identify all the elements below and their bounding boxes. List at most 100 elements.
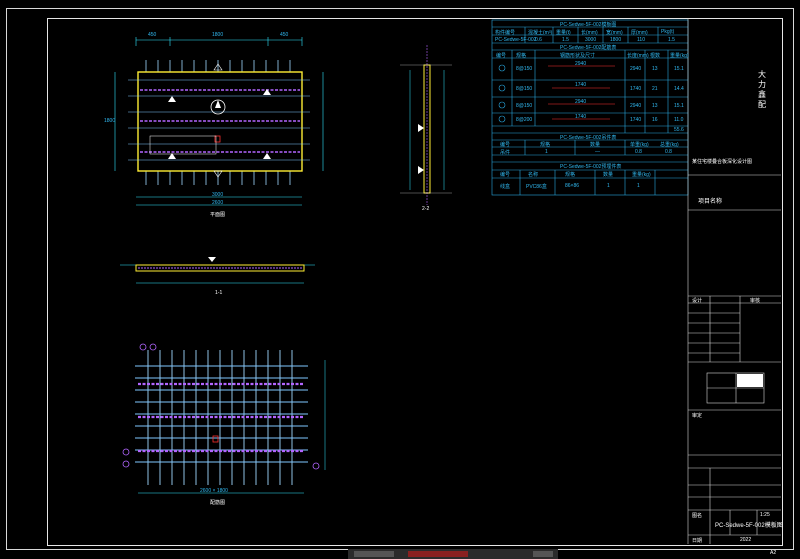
t2-total: 55.6	[674, 127, 684, 133]
t2-cell: 1740	[630, 86, 642, 92]
t3-cell: 吊件	[500, 150, 511, 156]
t4-header: 规格	[565, 172, 576, 178]
t2-cell: 8@200	[516, 117, 533, 123]
drawing-name: PC-Sedwe-5F-002模板图	[715, 523, 783, 529]
company-name: 大 力 鑫 配	[758, 70, 766, 110]
table1-title: PC-Sedwe-5F-002模板图	[560, 22, 617, 28]
t2-header: 钢筋形状及尺寸	[560, 53, 596, 59]
t1-header: 长(mm)	[581, 30, 598, 36]
t1-header: Pkg(t)	[661, 29, 675, 35]
rebar-plan-view	[122, 343, 326, 494]
t1-cell: 1800	[610, 37, 622, 43]
plan-title: 平面图	[210, 212, 226, 218]
t2-cell: 21	[652, 86, 658, 92]
cad-drawing-canvas[interactable]	[0, 0, 800, 559]
dim-top-left: 450	[148, 32, 157, 38]
check-label: 审核	[750, 298, 761, 304]
t2-cell: 15.1	[674, 103, 684, 109]
t1-header: 厚(mm)	[631, 30, 648, 36]
t1-header: 宽(mm)	[606, 30, 623, 36]
t2-cell: 8@150	[516, 86, 533, 92]
t3-cell: —	[595, 149, 600, 155]
t3-header: 规格	[540, 142, 551, 148]
t4-cell: PVC86盒	[526, 184, 547, 190]
t3-header: 编号	[500, 142, 511, 148]
t2-cell: 14.4	[674, 86, 684, 92]
t3-cell: 1	[545, 149, 548, 155]
approve-label: 审定	[692, 413, 703, 419]
t2-cell: 2940	[575, 61, 587, 67]
page-number: A2	[770, 550, 777, 556]
t1-cell: 110	[637, 37, 645, 43]
t4-header: 名称	[528, 172, 539, 178]
t4-header: 数量	[603, 172, 614, 178]
company-char: 大	[758, 70, 766, 79]
scale: 1:25	[760, 512, 770, 518]
t1-cell: 1.5	[562, 37, 569, 43]
table3-title: PC-Sedwe-5F-002吊件表	[560, 135, 617, 141]
t2-cell: 8@150	[516, 66, 533, 72]
t2-cell: 2940	[630, 66, 642, 72]
t3-cell: 0.8	[635, 149, 642, 155]
section-2-2-view	[400, 45, 452, 205]
company-char: 配	[758, 100, 766, 109]
table2-title: PC-Sedwe-5F-002配筋表	[560, 45, 617, 51]
date-label: 日期	[692, 538, 703, 544]
t2-header: 长度(mm)	[627, 53, 649, 59]
t4-header: 编号	[500, 172, 511, 178]
t4-cell: 86×86	[565, 183, 580, 189]
date: 2022	[740, 537, 752, 543]
t2-cell: 1740	[630, 117, 642, 123]
dim-overall-w: 3000	[212, 192, 224, 198]
t3-header: 数量	[590, 142, 601, 148]
tab-layout[interactable]	[408, 551, 468, 557]
dim-inner-w: 2600	[212, 200, 224, 206]
t1-header: 重量(t)	[556, 30, 571, 36]
t1-header: 构件编号	[495, 30, 516, 36]
design-label: 设计	[692, 298, 703, 304]
project-note: 某住宅楼叠合板深化设计图	[692, 159, 753, 165]
t2-cell: 2940	[630, 103, 642, 109]
t2-cell: 13	[652, 103, 658, 109]
dim-top-mid: 1800	[212, 32, 224, 38]
section-1-label: 1-1	[215, 290, 223, 296]
t2-cell: 16	[652, 117, 658, 123]
table4-title: PC-Sedwe-5F-002预埋件表	[560, 164, 622, 170]
dim-top-right: 450	[280, 32, 289, 38]
t2-header: 规格	[516, 53, 527, 59]
t1-cell: 3000	[585, 37, 597, 43]
t3-cell: 0.8	[665, 149, 672, 155]
zoom-control[interactable]	[533, 551, 553, 557]
plan-view	[114, 37, 324, 206]
t2-cell: 2940	[575, 99, 587, 105]
t2-cell: 11.0	[674, 117, 684, 123]
t3-header: 单重(kg)	[630, 142, 649, 148]
rebar-title: 配筋图	[210, 500, 226, 506]
t3-header: 总重(kg)	[660, 142, 679, 148]
t4-header: 重量(kg)	[632, 172, 651, 178]
section-2-label: 2-2	[422, 206, 430, 212]
t2-cell: 13	[652, 66, 658, 72]
t2-header: 编号	[496, 53, 507, 59]
t2-cell: 8@150	[516, 103, 533, 109]
company-char: 鑫	[758, 90, 766, 99]
t1-cell: 1.5	[668, 37, 675, 43]
t4-cell: 1	[607, 183, 610, 189]
t2-cell: 1740	[575, 82, 587, 88]
tile-highlight	[737, 374, 763, 387]
t1-header: 混凝土(m³)	[528, 30, 553, 36]
t2-cell: 1740	[575, 114, 587, 120]
project-label: 项目名称	[698, 199, 723, 205]
drawing-no-label: 图名	[692, 513, 703, 519]
t2-header: 根数	[650, 53, 661, 59]
t4-cell: 1	[637, 183, 640, 189]
tab-model[interactable]	[354, 551, 394, 557]
rebar-dim: 2600 × 1800	[200, 488, 228, 494]
t1-cell: 0.6	[535, 37, 542, 43]
t1-cell: PC-Sedwe-5F-002	[495, 37, 537, 43]
status-bar[interactable]	[348, 549, 558, 559]
section-1-1-view	[120, 257, 315, 284]
t4-cell: 线盒	[500, 184, 511, 190]
dim-side-h: 1800	[104, 118, 116, 124]
company-char: 力	[758, 80, 766, 89]
